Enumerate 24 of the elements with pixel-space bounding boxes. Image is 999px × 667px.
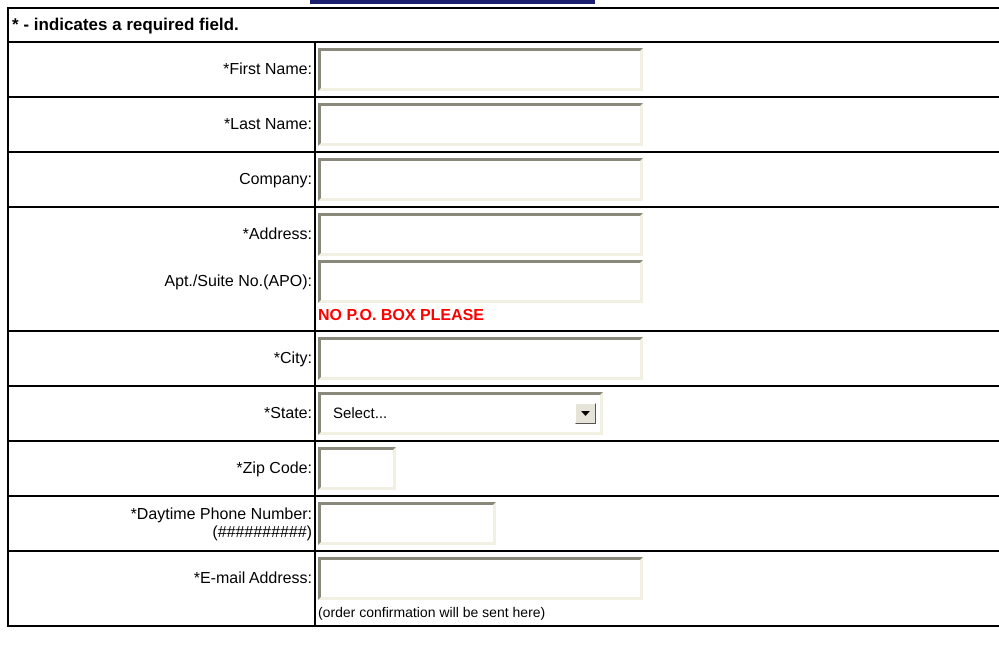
- text-field[interactable]: [318, 213, 643, 256]
- text-field[interactable]: [318, 502, 496, 545]
- field-label: *State:: [264, 404, 312, 422]
- text-field[interactable]: [318, 557, 643, 600]
- text-field[interactable]: [318, 260, 643, 303]
- field-label: *Last Name:: [224, 116, 312, 134]
- hint-text: (order confirmation will be sent here): [318, 604, 546, 620]
- text-field[interactable]: [318, 103, 643, 146]
- field-label: *E-mail Address:: [194, 570, 312, 588]
- state-dropdown[interactable]: Select...: [318, 392, 603, 435]
- field-label: Apt./Suite No.(APO):: [164, 272, 312, 290]
- field-label: *Daytime Phone Number:: [130, 506, 312, 524]
- text-field[interactable]: [318, 337, 643, 380]
- text-field[interactable]: [318, 158, 643, 201]
- field-label: Company:: [239, 170, 312, 188]
- text-field[interactable]: [318, 447, 396, 490]
- field-label: *Address:: [242, 226, 312, 244]
- text-field[interactable]: [318, 48, 643, 91]
- field-label: *Zip Code:: [236, 460, 312, 478]
- field-label: *City:: [274, 350, 312, 368]
- field-label: *First Name:: [223, 60, 312, 78]
- required-field-note: * - indicates a required field.: [12, 15, 239, 34]
- warning-text: NO P.O. BOX PLEASE: [318, 307, 484, 325]
- format-hint: (##########): [212, 524, 312, 542]
